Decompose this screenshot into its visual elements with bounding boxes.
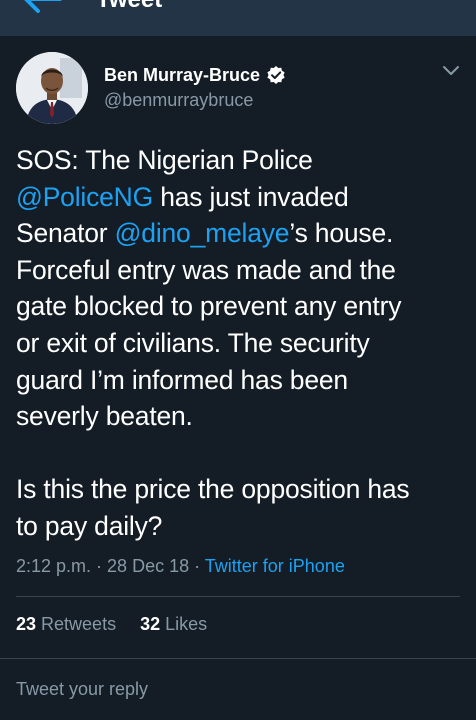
top-bar: Tweet bbox=[0, 0, 476, 36]
tweet-text-line: or exit of civilians. The security bbox=[16, 327, 370, 358]
tweet-date: 28 Dec 18 bbox=[107, 556, 190, 576]
meta-separator: · bbox=[91, 556, 108, 576]
tweet-text-line: @PoliceNG has just invaded bbox=[16, 179, 462, 216]
tweet-text-fragment: ’s house. bbox=[289, 218, 394, 249]
tweet-text-line: severly beaten. bbox=[16, 401, 193, 432]
author-name-row[interactable]: Ben Murray-Bruce bbox=[104, 63, 286, 87]
verified-badge-icon bbox=[267, 66, 285, 84]
meta-separator: · bbox=[189, 556, 205, 576]
retweets-count: 23 bbox=[16, 614, 37, 634]
tweet-text-line: to pay daily? bbox=[16, 510, 163, 541]
avatar-photo bbox=[16, 52, 88, 124]
mention-link[interactable]: @PoliceNG bbox=[16, 182, 153, 212]
paragraph-break bbox=[16, 435, 462, 472]
tweet-meta: 2:12 p.m. · 28 Dec 18 · Twitter for iPho… bbox=[16, 556, 345, 577]
page-title: Tweet bbox=[96, 0, 162, 14]
retweets-stat[interactable]: 23 Retweets bbox=[16, 614, 116, 634]
tweet-text: SOS: The Nigerian Police @PoliceNG has j… bbox=[16, 142, 462, 545]
tweet-detail-screen: Tweet Ben Murray-Bruce @benmurraybruce S… bbox=[0, 0, 476, 720]
tweet-text-line: Forceful entry was made and the bbox=[16, 254, 396, 285]
likes-label: Likes bbox=[160, 614, 208, 634]
avatar[interactable] bbox=[16, 52, 88, 124]
reply-input[interactable]: Tweet your reply bbox=[16, 679, 148, 700]
tweet-time: 2:12 p.m. bbox=[16, 556, 92, 576]
author-handle[interactable]: @benmurraybruce bbox=[104, 90, 253, 111]
likes-stat[interactable]: 32 Likes bbox=[140, 614, 207, 634]
tweet-text-line: Is this the price the opposition has bbox=[16, 474, 410, 505]
divider bbox=[16, 596, 460, 597]
author-name[interactable]: Ben Murray-Bruce bbox=[104, 65, 260, 86]
tweet-text-fragment: has just invaded bbox=[153, 181, 349, 212]
tweet-text-fragment: Senator bbox=[16, 218, 115, 249]
reply-bar: Tweet your reply bbox=[0, 658, 476, 720]
tweet-text-line: SOS: The Nigerian Police bbox=[16, 145, 313, 175]
tweet-text-line: gate blocked to prevent any entry bbox=[16, 291, 402, 322]
mention-link[interactable]: @dino_melaye bbox=[115, 218, 290, 248]
chevron-down-icon[interactable] bbox=[441, 64, 461, 78]
back-arrow-icon[interactable] bbox=[20, 0, 64, 14]
tweet-stats: 23 Retweets 32 Likes bbox=[16, 614, 207, 635]
tweet-text-line: Senator @dino_melaye’s house. bbox=[16, 215, 462, 252]
retweets-label: Retweets bbox=[36, 614, 117, 634]
tweet-source-link[interactable]: Twitter for iPhone bbox=[205, 556, 345, 576]
tweet-text-line: guard I’m informed has been bbox=[16, 364, 348, 395]
likes-count: 32 bbox=[140, 614, 161, 634]
